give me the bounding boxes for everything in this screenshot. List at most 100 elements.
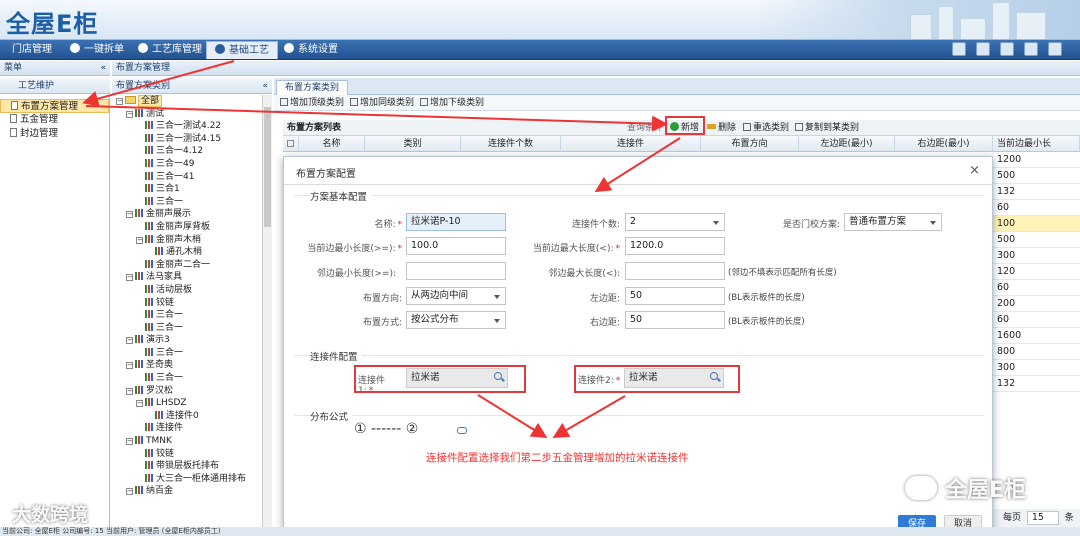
table-cell[interactable]: 500 — [993, 168, 1080, 184]
expand-toggle-icon[interactable]: − — [126, 110, 133, 118]
table-cell[interactable]: 120 — [993, 264, 1080, 280]
tree-node[interactable]: 三合一测试4.22 — [112, 120, 262, 133]
col-left-margin[interactable]: 左边距(最小) — [799, 136, 895, 152]
tree-node[interactable]: 金丽声厚背板 — [112, 221, 262, 234]
tab-basic-process[interactable]: 基础工艺 — [206, 41, 278, 59]
expand-toggle-icon[interactable]: − — [126, 438, 133, 446]
table-cell[interactable]: 100 — [993, 216, 1080, 232]
col-category[interactable]: 类别 — [365, 136, 461, 152]
tab-process-library[interactable]: 工艺库管理 — [130, 41, 210, 59]
print-icon[interactable] — [952, 42, 966, 56]
select-all-checkbox[interactable] — [283, 136, 299, 152]
table-cell[interactable]: 300 — [993, 248, 1080, 264]
tree-node[interactable]: 三合一 — [112, 196, 262, 209]
expand-toggle-icon[interactable]: − — [126, 488, 133, 496]
tree-node[interactable]: − 全部 — [112, 95, 262, 108]
tree-node[interactable]: 三合一 — [112, 309, 262, 322]
close-icon[interactable]: × — [969, 163, 980, 178]
collapse-icon[interactable]: « — [100, 61, 106, 76]
tree-node[interactable]: 通孔木梢 — [112, 246, 262, 259]
save-icon[interactable] — [976, 42, 990, 56]
tree-node[interactable]: 铰链 — [112, 448, 262, 461]
collapse-icon[interactable]: « — [262, 78, 268, 94]
table-cell[interactable]: 1600 — [993, 328, 1080, 344]
tree-node[interactable]: 连接件0 — [112, 410, 262, 423]
expand-toggle-icon[interactable]: − — [126, 337, 133, 345]
table-cell[interactable]: 1200 — [993, 152, 1080, 168]
table-cell[interactable]: 800 — [993, 344, 1080, 360]
tree-node[interactable]: 连接件 — [112, 422, 262, 435]
tree-node[interactable]: − 圣奇奥 — [112, 359, 262, 372]
user-icon[interactable] — [1000, 42, 1014, 56]
col-min-length[interactable]: 当前边最小长 — [993, 136, 1080, 152]
table-cell[interactable]: 300 — [993, 360, 1080, 376]
col-direction[interactable]: 布置方向 — [701, 136, 799, 152]
tab-system-settings[interactable]: 系统设置 — [276, 41, 346, 59]
copy-to-category-button[interactable]: 复制到某类别 — [795, 120, 859, 136]
tree-node[interactable]: − 罗汉松 — [112, 385, 262, 398]
tab-one-click-split[interactable]: 一键拆单 — [62, 41, 132, 59]
table-cell[interactable]: 500 — [993, 232, 1080, 248]
tree-node[interactable]: − 演示3 — [112, 334, 262, 347]
menu-item-hardware[interactable]: 五金管理 — [0, 113, 109, 127]
tree-node[interactable]: − 金丽声木梢 — [112, 234, 262, 247]
tree-scrollbar[interactable] — [262, 95, 272, 527]
tree-node[interactable]: − 金丽声展示 — [112, 208, 262, 221]
tree-node[interactable]: 三合一 — [112, 322, 262, 335]
expand-toggle-icon[interactable]: − — [126, 211, 133, 219]
tab-store-management[interactable]: 门店管理 — [4, 41, 60, 59]
table-cell[interactable]: 60 — [993, 312, 1080, 328]
tree-node[interactable]: 三合1 — [112, 183, 262, 196]
table-cell[interactable]: 132 — [993, 184, 1080, 200]
add-child-category-button[interactable]: 增加下级类别 — [420, 95, 484, 111]
tree-node[interactable]: 铰链 — [112, 297, 262, 310]
door-scheme-select[interactable]: 普通布置方案 — [844, 213, 942, 231]
col-connector-count[interactable]: 连接件个数 — [461, 136, 561, 152]
tree-node[interactable]: 三合一49 — [112, 158, 262, 171]
col-connector[interactable]: 连接件 — [561, 136, 701, 152]
tree-node[interactable]: 三合一测试4.15 — [112, 133, 262, 146]
tree-node[interactable]: − LHSDZ — [112, 397, 262, 410]
tree-node[interactable]: 金丽声二合一 — [112, 259, 262, 272]
menu-item-layout-scheme[interactable]: 布置方案管理 — [0, 99, 109, 113]
per-page-select[interactable]: 15 — [1026, 510, 1059, 525]
expand-toggle-icon[interactable]: − — [126, 274, 133, 282]
expand-toggle-icon[interactable]: − — [136, 236, 143, 244]
min-length-input[interactable]: 100.0 — [406, 237, 506, 255]
layout-mode-select[interactable]: 按公式分布 — [406, 311, 506, 329]
comment-icon[interactable] — [457, 427, 467, 434]
neighbor-max-input[interactable] — [625, 262, 725, 280]
tree-node[interactable]: 三合一41 — [112, 171, 262, 184]
col-name[interactable]: 名称 — [299, 136, 365, 152]
tree-node[interactable]: 三合一 — [112, 347, 262, 360]
tree-node[interactable]: 活动层板 — [112, 284, 262, 297]
tree-node[interactable]: − 纳百金 — [112, 485, 262, 498]
expand-toggle-icon[interactable]: − — [126, 387, 133, 395]
query-label[interactable]: 查询条件 — [627, 120, 663, 136]
col-right-margin[interactable]: 右边距(最小) — [895, 136, 993, 152]
right-margin-input[interactable]: 50 — [625, 311, 725, 329]
name-input[interactable]: 拉米诺P-10 — [406, 213, 506, 231]
direction-select[interactable]: 从两边向中间 — [406, 287, 506, 305]
max-length-input[interactable]: 1200.0 — [625, 237, 725, 255]
table-cell[interactable]: 200 — [993, 296, 1080, 312]
tree-node[interactable]: 三合一 — [112, 372, 262, 385]
tree-node[interactable]: 带锁层板托排布 — [112, 460, 262, 473]
settings-icon[interactable] — [1024, 42, 1038, 56]
table-cell[interactable]: 60 — [993, 200, 1080, 216]
table-cell[interactable]: 132 — [993, 376, 1080, 392]
tree-node[interactable]: − 法马家具 — [112, 271, 262, 284]
menu-item-edge-banding[interactable]: 封边管理 — [0, 127, 109, 141]
delete-button[interactable]: 删除 — [707, 120, 736, 136]
expand-toggle-icon[interactable]: − — [126, 362, 133, 370]
table-cell[interactable]: 60 — [993, 280, 1080, 296]
tree-node[interactable]: − 测试 — [112, 108, 262, 121]
tab-layout-category[interactable]: 布置方案类别 — [276, 80, 349, 95]
tree-node[interactable]: 三合一4.12 — [112, 145, 262, 158]
power-icon[interactable] — [1048, 42, 1062, 56]
add-sibling-category-button[interactable]: 增加同级类别 — [350, 95, 414, 111]
add-top-category-button[interactable]: 增加顶级类别 — [280, 95, 344, 111]
expand-toggle-icon[interactable]: − — [136, 400, 143, 408]
tree-node[interactable]: − TMNK — [112, 435, 262, 448]
add-button[interactable]: 新增 — [670, 120, 699, 136]
